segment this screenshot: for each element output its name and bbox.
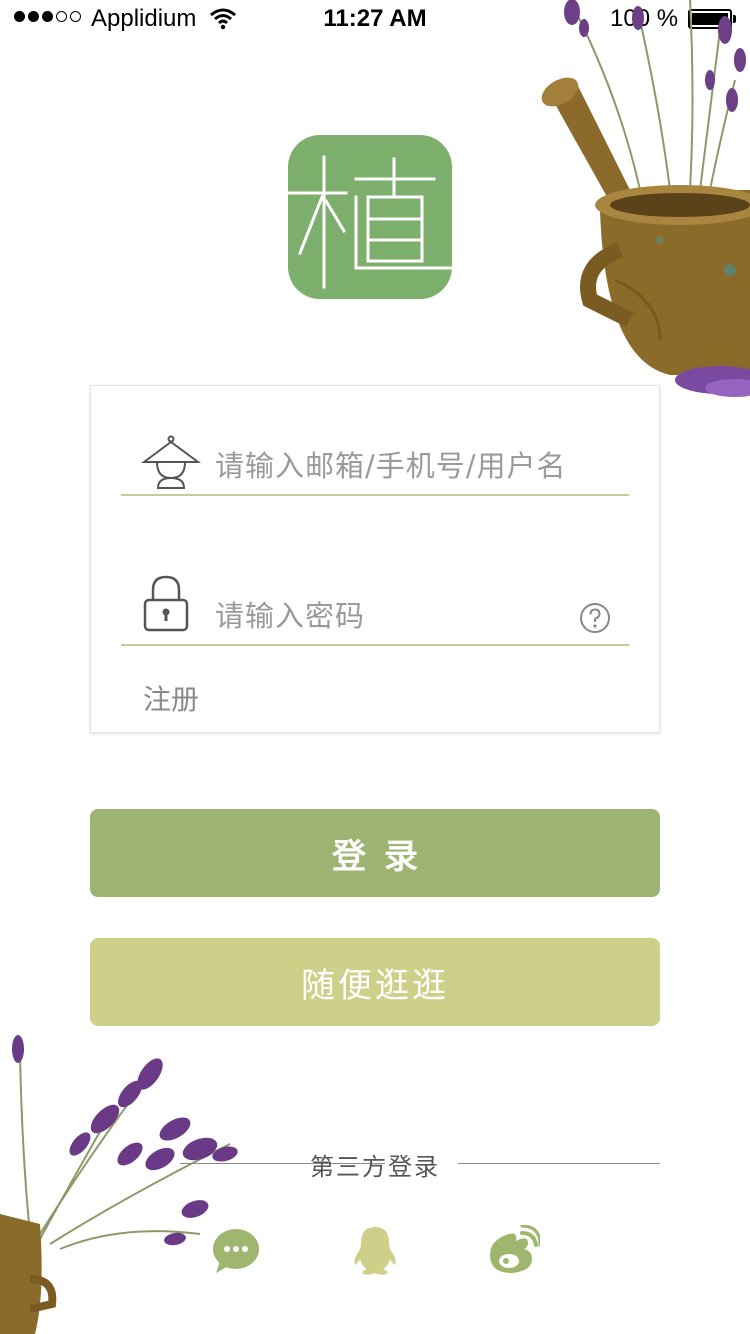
login-form: 注册 <box>90 385 660 733</box>
browse-as-guest-button[interactable]: 随便逛逛 <box>90 938 660 1026</box>
register-link[interactable]: 注册 <box>143 678 199 718</box>
question-icon[interactable] <box>579 602 611 634</box>
password-field <box>121 566 629 646</box>
password-input[interactable] <box>215 596 595 636</box>
plant-character-logo-icon <box>286 155 454 289</box>
login-screen: Applidium 11:27 AM 100 % 请输入邮箱/手机号/用户名 注… <box>0 0 750 1334</box>
app-logo <box>286 135 454 299</box>
weibo-icon[interactable] <box>484 1225 540 1277</box>
divider-line-right <box>458 1163 660 1164</box>
lock-icon <box>143 575 189 632</box>
qq-icon[interactable] <box>347 1225 403 1277</box>
third-party-login-label: 第三方登录 <box>310 1153 440 1181</box>
user-icon <box>141 435 201 489</box>
wechat-icon[interactable] <box>208 1225 264 1277</box>
username-input[interactable] <box>215 446 595 486</box>
lavender-bouquet-decoration <box>0 1035 238 1334</box>
login-button[interactable]: 登录 <box>90 809 660 897</box>
username-field <box>121 416 629 496</box>
third-party-login-divider: 第三方登录 <box>90 1145 660 1181</box>
mortar-lavender-decoration <box>541 0 750 397</box>
